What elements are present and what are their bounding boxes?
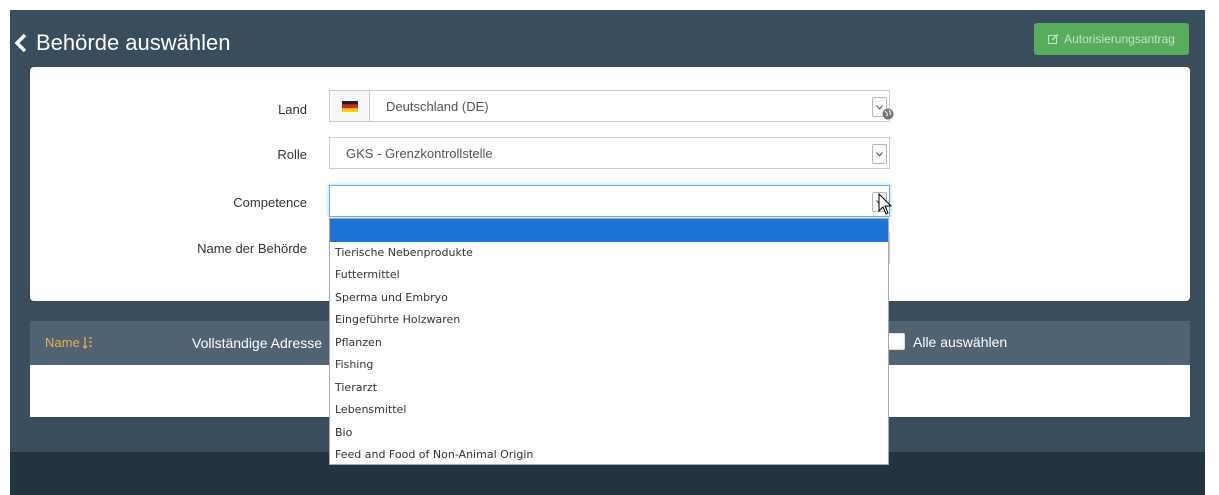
- edit-icon: [1048, 34, 1059, 44]
- dropdown-option[interactable]: Feed and Food of Non-Animal Origin: [330, 444, 888, 467]
- competence-select[interactable]: [329, 185, 890, 217]
- rolle-value: GKS - Grenzkontrollstelle: [346, 145, 493, 161]
- page-header: Behörde auswählen: [14, 28, 230, 58]
- competence-dropdown-list[interactable]: Tierische Nebenprodukte Futtermittel Spe…: [329, 218, 889, 465]
- chevron-down-icon: [872, 144, 887, 164]
- germany-flag-icon: [330, 91, 370, 121]
- authorization-request-button[interactable]: Autorisierungsantrag: [1034, 23, 1189, 55]
- authority-name-label: Name der Behörde: [197, 241, 307, 256]
- dropdown-option[interactable]: Eingeführte Holzwaren: [330, 309, 888, 332]
- select-all-label: Alle auswählen: [913, 333, 1008, 350]
- dropdown-option[interactable]: [330, 219, 888, 242]
- rolle-select[interactable]: GKS - Grenzkontrollstelle: [329, 137, 890, 169]
- address-column-header: Vollständige Adresse: [192, 335, 322, 351]
- authorization-request-label: Autorisierungsantrag: [1064, 32, 1175, 46]
- select-all-control[interactable]: Alle auswählen: [888, 333, 1007, 350]
- dropdown-option[interactable]: Tierische Nebenprodukte: [330, 242, 888, 265]
- mouse-pointer-icon: [878, 193, 893, 215]
- dropdown-option[interactable]: Lebensmittel: [330, 399, 888, 422]
- dropdown-option[interactable]: Sperma und Embryo: [330, 287, 888, 310]
- dropdown-option[interactable]: Bio: [330, 422, 888, 445]
- dropdown-option[interactable]: Pflanzen: [330, 332, 888, 355]
- page-background: Behörde auswählen Autorisierungsantrag L…: [10, 10, 1205, 495]
- globe-icon[interactable]: [882, 108, 894, 120]
- name-column-label: Name: [45, 335, 80, 350]
- dropdown-option[interactable]: Futtermittel: [330, 264, 888, 287]
- land-select[interactable]: Deutschland (DE): [329, 90, 890, 122]
- land-value: Deutschland (DE): [386, 98, 489, 114]
- dropdown-option[interactable]: Tierarzt: [330, 377, 888, 400]
- sort-icon: [82, 337, 92, 349]
- chevron-left-icon[interactable]: [14, 30, 36, 56]
- name-column-header[interactable]: Name: [45, 335, 93, 350]
- select-all-checkbox[interactable]: [888, 333, 905, 350]
- land-label: Land: [278, 102, 307, 117]
- page-title: Behörde auswählen: [36, 30, 231, 55]
- competence-label: Competence: [233, 195, 307, 210]
- rolle-label: Rolle: [277, 147, 307, 162]
- dropdown-option[interactable]: Fishing: [330, 354, 888, 377]
